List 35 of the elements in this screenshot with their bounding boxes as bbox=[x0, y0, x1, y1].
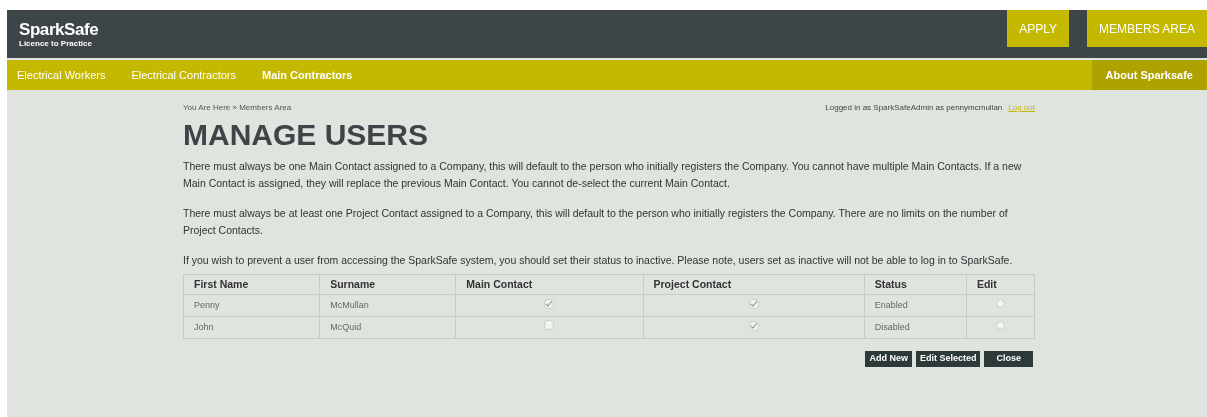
nav-link[interactable]: Electrical Workers bbox=[17, 66, 106, 84]
breadcrumb: You Are Here » Members Area bbox=[183, 102, 292, 114]
action-button[interactable]: Edit Selected bbox=[915, 351, 981, 367]
table-cell: Disabled bbox=[864, 316, 967, 339]
page-title: MANAGE USERS bbox=[183, 120, 430, 150]
checkbox[interactable] bbox=[544, 320, 555, 331]
nav-link[interactable]: Main Contractors bbox=[262, 66, 353, 84]
checkbox[interactable] bbox=[748, 298, 759, 309]
info-paragraph: If you wish to prevent a user from accessing the SparkSafe system, you should set their status to inactive. Please note, users set as inactive will not be able to log in to SparkSafe. bbox=[183, 253, 1014, 268]
table-cell: McMullan bbox=[319, 294, 456, 317]
edit-radio[interactable] bbox=[995, 298, 1005, 308]
column-header: Project Contact bbox=[643, 274, 865, 295]
column-header: Status bbox=[864, 274, 967, 295]
column-header: Main Contact bbox=[455, 274, 644, 295]
action-button[interactable]: Close bbox=[984, 351, 1033, 367]
column-header: First Name bbox=[183, 274, 320, 295]
nav-link[interactable]: Electrical Contractors bbox=[131, 66, 236, 84]
logo-tagline: Licence to Practice bbox=[19, 39, 93, 48]
table-cell: Penny bbox=[183, 294, 320, 317]
column-header: Edit bbox=[966, 274, 1035, 295]
header-button[interactable]: APPLY bbox=[1007, 10, 1069, 47]
column-header: Surname bbox=[319, 274, 456, 295]
checkbox[interactable] bbox=[544, 298, 555, 309]
info-paragraph: There must always be at least one Project Contact assigned to a Company, this will default to the person who initially registers the Company. There are no limits on the number of Project Contacts. bbox=[183, 206, 1009, 238]
login-status: Logged in as SparkSafeAdmin as pennymcmullan bbox=[825, 102, 1003, 114]
table-cell: Enabled bbox=[864, 294, 967, 317]
action-button[interactable]: Add New bbox=[865, 351, 912, 367]
header-button[interactable]: MEMBERS AREA bbox=[1086, 10, 1207, 47]
table-cell: John bbox=[183, 316, 320, 339]
table-cell: McQuid bbox=[319, 316, 456, 339]
checkbox[interactable] bbox=[748, 320, 759, 331]
edit-radio[interactable] bbox=[995, 320, 1005, 330]
logo[interactable]: SparkSafe bbox=[19, 20, 99, 38]
info-paragraph: There must always be one Main Contact assigned to a Company, this will default to the person who initially registers the Company. You cannot have multiple Main Contacts. If a new Main Contact is assigned, they will replace the previous Main Contact. You cannot de-select the current Main Contact. bbox=[183, 159, 1023, 191]
logout-link[interactable]: Log out bbox=[1008, 102, 1035, 114]
